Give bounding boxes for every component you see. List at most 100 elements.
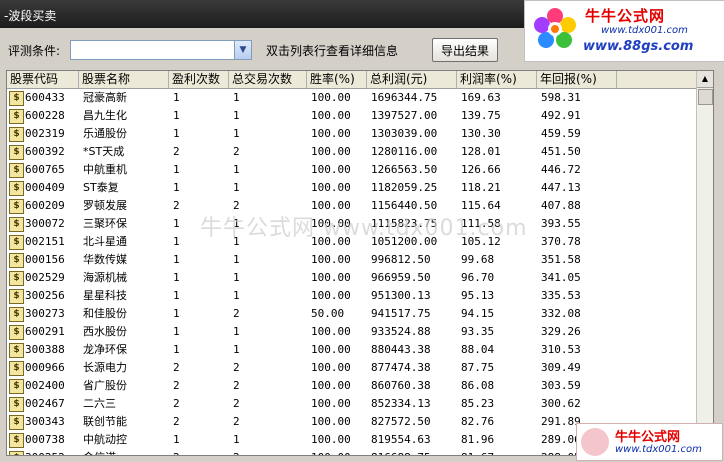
stock-icon: $ xyxy=(9,109,24,124)
stock-icon: $ xyxy=(9,91,24,106)
table-row[interactable]: 002319 乐通股份 1 1 100.00 1303039.00 130.30 459.59… xyxy=(7,125,697,143)
table-cell: 1 xyxy=(233,181,240,194)
table-cell: 827572.50 xyxy=(371,415,431,428)
cow-logo-icon xyxy=(581,428,609,456)
table-cell: 370.78 xyxy=(541,235,581,248)
stock-icon: $ xyxy=(9,397,24,412)
table-cell: 451.50 xyxy=(541,145,581,158)
table-cell: 100.00 xyxy=(311,163,351,176)
table-row[interactable]: 002529 海源机械 1 1 100.00 966959.50 96.70 341.05 $ xyxy=(7,269,697,287)
table-cell: 95.13 xyxy=(461,289,495,302)
column-header[interactable]: 利润率(%) xyxy=(457,71,537,88)
scroll-up-icon[interactable]: ▲ xyxy=(697,71,713,88)
table-cell: 860760.38 xyxy=(371,379,431,392)
table-cell: 100.00 xyxy=(311,343,351,356)
table-cell: 933524.88 xyxy=(371,325,431,338)
table-row[interactable]: 600392 *ST天成 2 2 100.00 1280116.00 128.01 451.5… xyxy=(7,143,697,161)
site-logo: 牛牛公式网 www.tdx001.com www.88gs.com xyxy=(524,0,724,62)
table-row[interactable]: 300388 龙净环保 1 1 100.00 880443.38 88.04 310.53 $ xyxy=(7,341,697,359)
results-table[interactable]: 股票代码 股票名称 盈利次数 总交易次数 胜率(%) 总利润(元) 利润率(%) 年回报(%)… xyxy=(6,70,714,456)
table-cell: 1115823.75 xyxy=(371,217,438,230)
table-row[interactable]: 002467 二六三 2 2 100.00 852334.13 85.23 300.62 $ xyxy=(7,395,697,413)
table-row[interactable]: 600433 冠豪高新 1 1 100.00 1696344.75 169.63 598.31… xyxy=(7,89,697,107)
table-cell: 85.23 xyxy=(461,397,495,410)
table-cell: 393.55 xyxy=(541,217,581,230)
table-cell: 中航重机 xyxy=(83,163,127,176)
table-cell: 2 xyxy=(173,415,180,428)
stock-icon: $ xyxy=(9,433,24,448)
column-header[interactable]: 股票代码 xyxy=(7,71,79,88)
table-cell: 1 xyxy=(233,289,240,302)
table-cell: 100.00 xyxy=(311,253,351,266)
stock-icon: $ xyxy=(9,163,24,178)
table-row[interactable]: 300256 星星科技 1 1 100.00 951300.13 95.13 335.53 $ xyxy=(7,287,697,305)
column-header[interactable]: 总交易次数 xyxy=(229,71,307,88)
table-cell: 111.58 xyxy=(461,217,501,230)
table-cell: 100.00 xyxy=(311,91,351,104)
table-cell: 100.00 xyxy=(311,271,351,284)
table-row[interactable]: 600765 中航重机 1 1 100.00 1266563.50 126.66 446.72… xyxy=(7,161,697,179)
chevron-down-icon[interactable]: ▼ xyxy=(234,41,251,59)
table-cell: 华数传媒 xyxy=(83,253,127,266)
table-cell: 1303039.00 xyxy=(371,127,438,140)
table-row[interactable]: 000156 华数传媒 1 1 100.00 996812.50 99.68 351.58 $ xyxy=(7,251,697,269)
table-cell: 100.00 xyxy=(311,217,351,230)
table-cell: 1 xyxy=(173,271,180,284)
table-cell: 81.67 xyxy=(457,449,537,455)
table-row[interactable]: 000409 ST泰复 1 1 100.00 1182059.25 118.21 447.13… xyxy=(7,179,697,197)
table-cell: 130.30 xyxy=(461,127,501,140)
stock-icon: $ xyxy=(9,253,24,268)
column-header[interactable]: 胜率(%) xyxy=(307,71,367,88)
table-cell: 118.21 xyxy=(461,181,501,194)
table-row[interactable]: 000966 长源电力 2 2 100.00 877474.38 87.75 309.49 $ xyxy=(7,359,697,377)
table-cell: 1182059.25 xyxy=(371,181,438,194)
table-cell: 长源电力 xyxy=(83,361,127,374)
table-cell: 100.00 xyxy=(311,181,351,194)
brand-name: 牛牛公式网 xyxy=(585,7,666,25)
stock-icon: $ xyxy=(9,361,24,376)
table-cell: 龙净环保 xyxy=(83,343,127,356)
condition-select[interactable]: ▼ xyxy=(70,40,252,60)
column-header[interactable]: 股票名称 xyxy=(79,71,169,88)
table-cell: 1 xyxy=(233,433,240,446)
table-cell: 联创节能 xyxy=(83,415,127,428)
table-cell: 和佳股份 xyxy=(83,307,127,320)
table-cell: 99.68 xyxy=(461,253,495,266)
table-cell: 598.31 xyxy=(541,91,581,104)
table-row[interactable]: 002400 省广股份 2 2 100.00 860760.38 86.08 303.59 $ xyxy=(7,377,697,395)
table-cell: 100.00 xyxy=(311,361,351,374)
vertical-scrollbar[interactable]: ▲ xyxy=(696,71,713,455)
stock-icon: $ xyxy=(9,307,24,322)
column-header[interactable]: 年回报(%) xyxy=(537,71,617,88)
table-cell: 100.00 xyxy=(311,379,351,392)
table-cell: 昌九生化 xyxy=(83,109,127,122)
table-cell: 341.05 xyxy=(541,271,581,284)
table-cell: 941517.75 xyxy=(371,307,431,320)
table-row[interactable]: 600291 西水股份 1 1 100.00 933524.88 93.35 329.26 $ xyxy=(7,323,697,341)
table-cell: 1 xyxy=(173,181,180,194)
column-header[interactable]: 总利润(元) xyxy=(367,71,457,88)
export-button[interactable]: 导出结果 xyxy=(432,38,498,62)
table-row[interactable]: 002151 北斗星通 1 1 100.00 1051200.00 105.12 370.78… xyxy=(7,233,697,251)
table-cell: 三聚环保 xyxy=(83,217,127,230)
stock-icon: $ xyxy=(9,451,24,455)
stock-icon: $ xyxy=(9,289,24,304)
table-cell: 2 xyxy=(233,307,240,320)
table-cell: 335.53 xyxy=(541,289,581,302)
table-row[interactable]: 300273 和佳股份 1 2 50.00 941517.75 94.15 332.08 $ xyxy=(7,305,697,323)
table-cell: 1 xyxy=(233,217,240,230)
table-cell: 996812.50 xyxy=(371,253,431,266)
table-row[interactable]: 600228 昌九生化 1 1 100.00 1397527.00 139.75 492.91… xyxy=(7,107,697,125)
table-cell: 100.00 xyxy=(311,127,351,140)
table-cell: 88.04 xyxy=(461,343,495,356)
table-cell: 459.59 xyxy=(541,127,581,140)
table-cell: 2 xyxy=(233,361,240,374)
table-cell: 2 xyxy=(173,361,180,374)
stock-icon: $ xyxy=(9,379,24,394)
table-row[interactable]: 600209 罗顿发展 2 2 100.00 1156440.50 115.64 407.88… xyxy=(7,197,697,215)
table-row[interactable]: 300072 三聚环保 1 1 100.00 1115823.75 111.58 393.55… xyxy=(7,215,697,233)
table-cell: 1266563.50 xyxy=(371,163,438,176)
column-header[interactable]: 盈利次数 xyxy=(169,71,229,88)
scroll-thumb[interactable] xyxy=(698,89,713,105)
table-cell: 852334.13 xyxy=(371,397,431,410)
